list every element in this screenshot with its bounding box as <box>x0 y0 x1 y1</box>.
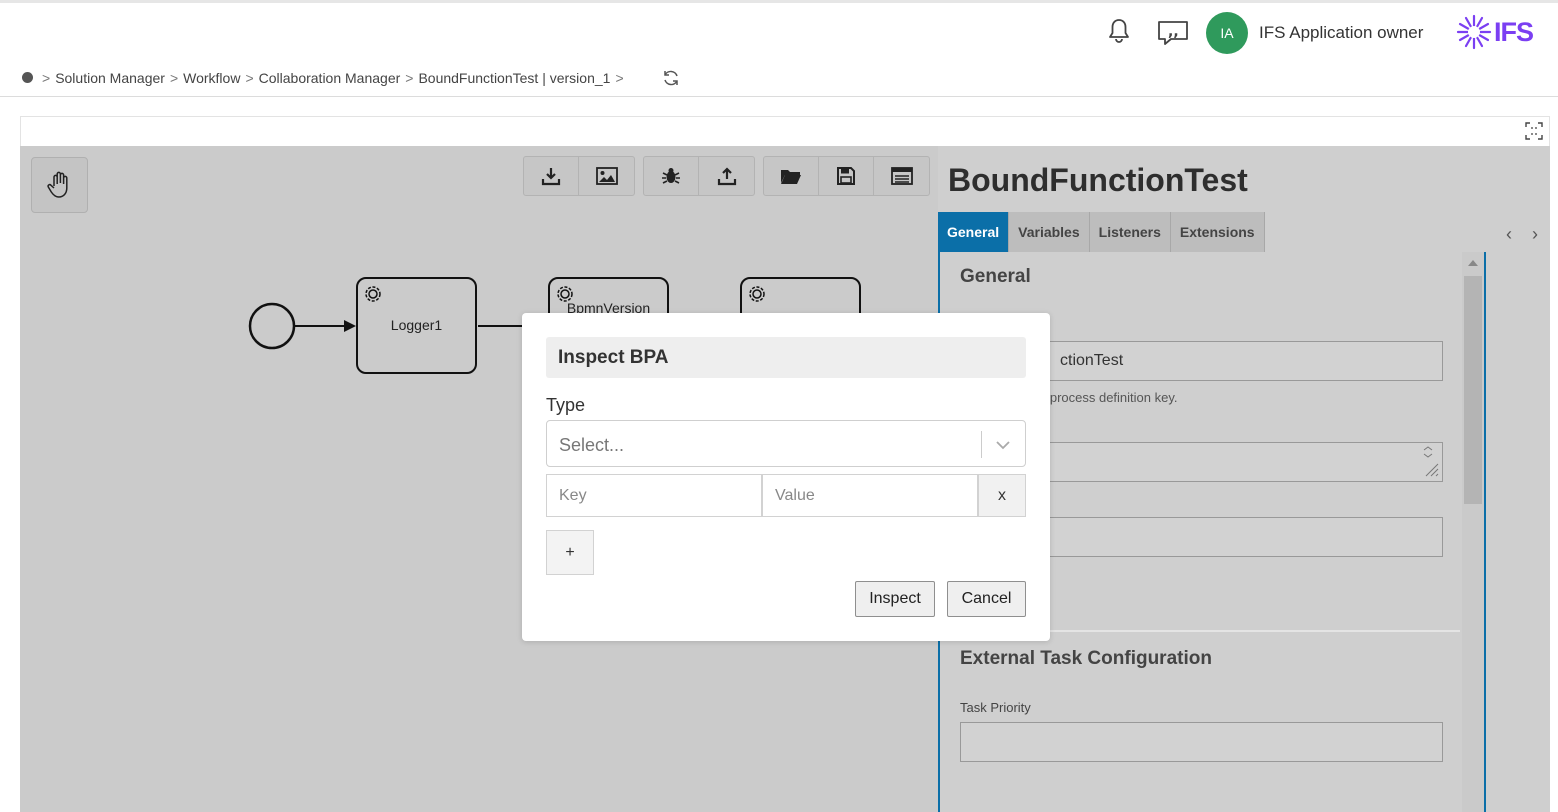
id-hint: e process definition key. <box>1039 390 1178 405</box>
breadcrumb-item[interactable]: Workflow <box>183 70 240 86</box>
type-select-placeholder: Select... <box>559 435 625 455</box>
service-task-logger1[interactable]: Logger1 <box>356 277 477 374</box>
breadcrumb: > Solution Manager > Workflow > Collabor… <box>42 70 624 86</box>
breadcrumb-bar: > Solution Manager > Workflow > Collabor… <box>0 58 1558 97</box>
panel-title: BoundFunctionTest <box>948 162 1248 198</box>
designer-frame-header <box>20 116 1550 147</box>
cancel-button[interactable]: Cancel <box>947 581 1026 617</box>
inspect-button[interactable]: Inspect <box>855 581 935 617</box>
inspect-bpa-dialog: Inspect BPA Type Select... Key Value x +… <box>522 313 1050 641</box>
fullscreen-icon[interactable] <box>1524 121 1544 141</box>
tab-variables[interactable]: Variables <box>1009 212 1090 252</box>
breadcrumb-item[interactable]: BoundFunctionTest | version_1 <box>418 70 610 86</box>
task-priority-field[interactable] <box>960 722 1443 762</box>
gear-icon <box>745 282 769 306</box>
tab-listeners[interactable]: Listeners <box>1089 212 1171 252</box>
refresh-icon[interactable] <box>661 68 681 88</box>
chevron-down-icon[interactable] <box>993 435 1013 455</box>
avatar[interactable]: IA <box>1206 12 1248 54</box>
feedback-icon[interactable]: ,, <box>1157 20 1189 46</box>
breadcrumb-item[interactable]: Solution Manager <box>55 70 165 86</box>
type-label: Type <box>546 395 586 415</box>
breadcrumb-separator: > <box>615 70 624 86</box>
breadcrumb-separator: > <box>245 70 254 86</box>
gear-icon <box>361 282 385 306</box>
sequence-flow-arrowhead <box>344 320 356 332</box>
top-bar: ,, IA IFS Application owner IFS <box>0 0 1558 58</box>
user-name[interactable]: IFS Application owner <box>1259 23 1423 43</box>
navigator-dot-icon[interactable] <box>22 72 33 83</box>
panel-scrollbar[interactable] <box>1462 252 1484 812</box>
external-task-section-title: External Task Configuration <box>960 648 1212 669</box>
logo-text: IFS <box>1494 16 1534 47</box>
task-label: Logger1 <box>390 317 443 333</box>
general-section-title: General <box>960 266 1031 287</box>
chevron-right-icon[interactable]: › <box>1532 224 1538 245</box>
breadcrumb-separator: > <box>42 70 51 86</box>
value-input[interactable]: Value <box>762 474 978 517</box>
scroll-up-icon[interactable] <box>1468 260 1478 266</box>
type-select[interactable]: Select... <box>546 420 1026 467</box>
key-input[interactable]: Key <box>546 474 762 517</box>
select-separator <box>981 431 982 458</box>
remove-row-button[interactable]: x <box>978 474 1026 517</box>
breadcrumb-item[interactable]: Collaboration Manager <box>259 70 401 86</box>
breadcrumb-separator: > <box>169 70 179 86</box>
scrollbar-thumb[interactable] <box>1464 276 1482 504</box>
breadcrumb-separator: > <box>405 70 414 86</box>
add-row-button[interactable]: + <box>546 530 594 575</box>
task-priority-label: Task Priority <box>960 700 1031 715</box>
resize-handle-icon <box>1423 446 1439 477</box>
ifs-logo: IFS <box>1456 13 1538 51</box>
chevron-left-icon[interactable]: ‹ <box>1506 224 1512 245</box>
ifs-logo-icon <box>1456 14 1492 50</box>
panel-tabs: General Variables Listeners Extensions <box>938 212 1265 252</box>
svg-text:,,: ,, <box>1168 24 1179 40</box>
tab-extensions[interactable]: Extensions <box>1170 212 1265 252</box>
bell-icon[interactable] <box>1106 17 1132 45</box>
dialog-title: Inspect BPA <box>558 347 669 368</box>
tab-scroll-arrows: ‹ › <box>1506 224 1538 245</box>
dialog-header: Inspect BPA <box>546 337 1026 378</box>
start-event[interactable] <box>248 302 296 350</box>
tab-general[interactable]: General <box>938 212 1010 252</box>
